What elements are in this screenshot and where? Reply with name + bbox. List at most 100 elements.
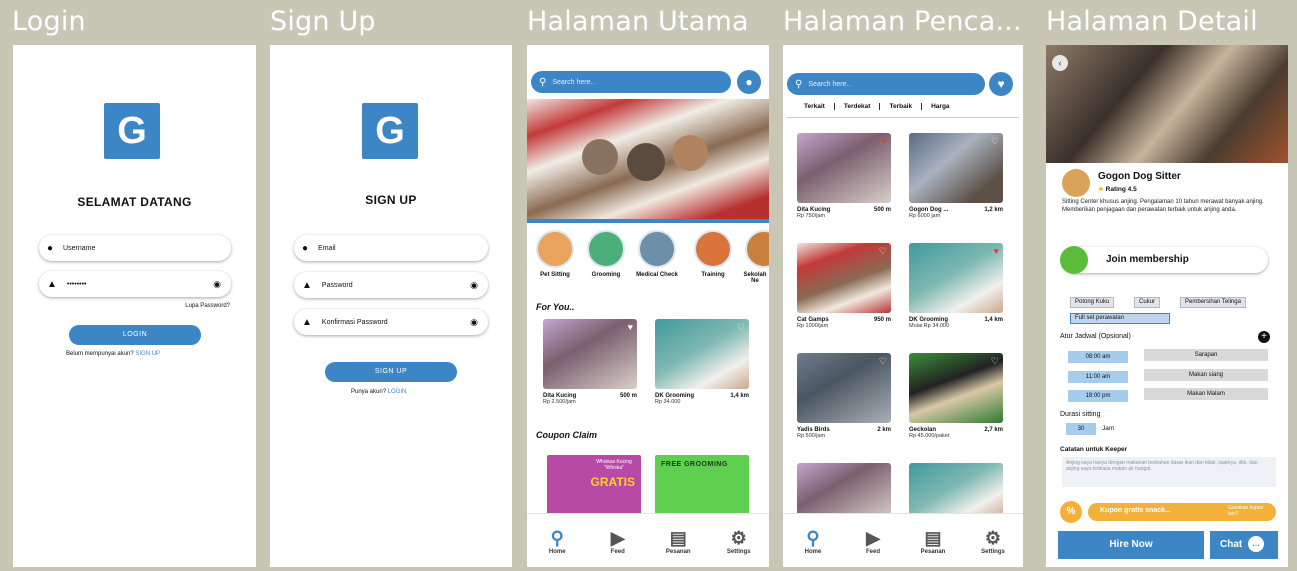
filter-terdekat[interactable]: Terdekat [835,103,881,110]
chat-button[interactable]: Chat … [1210,531,1278,559]
activity-chip[interactable]: Sarapan [1144,349,1268,361]
favorite-button[interactable]: ♥ [989,72,1013,96]
email-field[interactable]: ● Email [294,235,488,261]
result-card[interactable]: ♡ Cat Gamps 950 m Rp 1000/jam [797,243,891,329]
heart-icon[interactable]: ♥ [994,246,999,256]
card-image: ♥ [797,133,891,203]
notes-textarea[interactable]: Anjing saya hanya dengan makanan berbaha… [1062,457,1276,487]
login-button[interactable]: LOGIN [69,325,201,345]
result-card[interactable]: ♡ Gogon Dog ... 1,2 km Rp 6000 jam [909,133,1003,219]
user-icon: ● [47,242,54,254]
filter-terkait[interactable]: Terkait [795,103,835,110]
card-price: Rp 2.500/jam [543,399,576,405]
time-chip[interactable]: 11:00 am [1068,371,1128,383]
coupon-bar[interactable]: Kupon gratis snack... Gunakan kupon lain… [1088,503,1276,521]
login-heading: SELAMAT DATANG [77,195,192,209]
card-distance: 2,7 km [984,427,1003,433]
result-card[interactable] [797,463,891,519]
forgot-password-link[interactable]: Lupa Password? [185,303,230,309]
filter-harga[interactable]: Harga [922,103,958,110]
kitten-image [627,143,665,181]
eye-icon[interactable]: ◉ [470,280,478,291]
service-chip[interactable]: Potong Kuku [1070,297,1115,308]
banner-image[interactable] [527,99,769,221]
nav-settings[interactable]: ⚙ Settings [716,527,762,555]
time-chip[interactable]: 08:00 am [1068,351,1128,363]
category-pet-sitting[interactable]: Pet Sitting [533,230,577,278]
divider [787,117,1019,118]
result-card[interactable]: ♥ Dita Kucing 500 m Rp 750/jam [797,133,891,219]
filter-terbaik[interactable]: Terbaik [880,103,923,110]
service-chip[interactable]: Pembersihan Telinga [1180,297,1246,308]
heart-icon[interactable]: ♥ [628,322,633,332]
duration-input[interactable]: 30 [1066,423,1096,435]
frame-title-home: Halaman Utama [527,6,749,37]
password-field[interactable]: ▲ •••••••• ◉ [39,271,231,297]
nav-label: Pesanan [665,548,691,555]
heart-icon: ♥ [997,77,1005,91]
login-link[interactable]: LOGIN [388,389,407,395]
coupon-card[interactable]: FREE GROOMING [655,455,749,517]
category-grooming[interactable]: Grooming [584,230,628,278]
search-input[interactable]: ⚲ Search here.. [531,71,731,93]
category-training[interactable]: Training [691,230,735,278]
join-membership-button[interactable]: Join membership [1060,246,1268,274]
heart-icon[interactable]: ♡ [991,356,999,367]
time-chip[interactable]: 18:00 pm [1068,390,1128,402]
category-sekolah[interactable]: Sekolah Ne [741,230,769,284]
category-label: Sekolah Ne [743,272,767,284]
nav-home[interactable]: ⚲ Home [790,527,836,555]
profile-button[interactable]: ● [737,70,761,94]
nav-label: Feed [610,548,625,555]
for-you-card[interactable]: ♥ Dita Kucing 500 m Rp 2.500/jam [543,319,637,405]
card-price: Rp 34.000 [655,399,681,405]
card-image: ♡ [797,243,891,313]
eye-icon[interactable]: ◉ [470,317,478,328]
heart-icon[interactable]: ♡ [879,356,887,367]
result-card[interactable]: ♥ DK Grooming 1,4 km Mulai Rp 34.000 [909,243,1003,329]
category-medical-check[interactable]: Medical Check [635,230,679,278]
membership-label: Join membership [1106,254,1189,265]
password-field[interactable]: ▲ Password ◉ [294,272,488,298]
result-card[interactable]: ♡ Yadis Birds 2 km Rp 500/jam [797,353,891,439]
nav-pesanan[interactable]: ▤ Pesanan [655,527,701,555]
card-distance: 500 m [619,393,637,399]
search-input[interactable]: ⚲ Search here.. [787,73,985,95]
nav-home[interactable]: ⚲ Home [534,527,580,555]
confirm-password-field[interactable]: ▲ Konfirmasi Password ◉ [294,309,488,335]
hire-now-button[interactable]: Hire Now [1058,531,1204,559]
sitter-description: Sitting Center khusus anjing. Pengalaman… [1062,199,1264,213]
heart-icon[interactable]: ♡ [991,136,999,147]
service-chip-selected[interactable]: Full set perawatan [1070,313,1170,324]
nav-feed[interactable]: ▶ Feed [595,527,641,555]
service-chip[interactable]: Cukur [1134,297,1161,308]
nav-feed[interactable]: ▶ Feed [850,527,896,555]
nav-settings[interactable]: ⚙ Settings [970,527,1016,555]
heart-icon[interactable]: ♥ [882,136,887,146]
avatar [1062,169,1090,197]
signup-heading: SIGN UP [365,193,417,207]
for-you-card[interactable]: ♡ DK Grooming 1,4 km Rp 34.000 [655,319,749,405]
frame-title-signup: Sign Up [270,6,376,37]
eye-icon[interactable]: ◉ [213,279,221,290]
nav-pesanan[interactable]: ▤ Pesanan [910,527,956,555]
result-card[interactable]: ♡ Geckolan 2,7 km Rp 45.000/paket [909,353,1003,439]
username-field[interactable]: ● Username [39,235,231,261]
category-label: Medical Check [636,272,678,278]
back-icon[interactable]: ‹ [1052,55,1068,71]
result-card[interactable] [909,463,1003,519]
activity-chip[interactable]: Makan siang [1144,369,1268,381]
heart-icon[interactable]: ♡ [737,322,745,333]
coupon-text: Whiskas Kucing "Whiska" [596,459,632,471]
coupon-hint[interactable]: Gunakan kupon lain? [1228,505,1268,517]
grooming-icon [587,230,625,268]
signup-link[interactable]: SIGN UP [135,351,160,357]
signup-button[interactable]: SIGN UP [325,362,457,382]
heart-icon[interactable]: ♡ [879,246,887,257]
nav-label: Settings [981,548,1005,555]
card-price: Rp 1000/jam [797,323,829,329]
add-icon[interactable]: + [1258,331,1270,343]
coupon-label: Kupon gratis snack... [1100,507,1171,514]
coupon-card[interactable]: Whiskas Kucing "Whiska" GRATIS [547,455,641,517]
activity-chip[interactable]: Makan Malam [1144,388,1268,400]
